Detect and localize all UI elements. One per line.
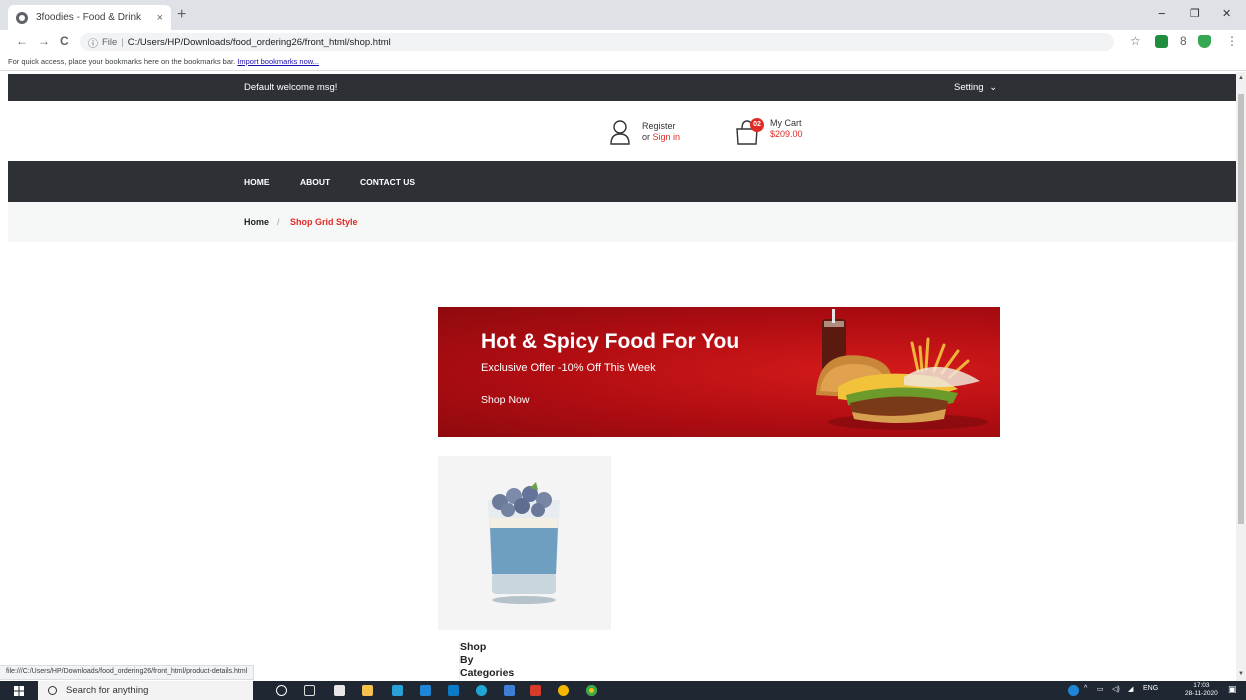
tab-title: 3foodies - Food & Drink — [36, 12, 142, 23]
cortana-icon[interactable] — [276, 685, 287, 696]
window-close-button[interactable]: ✕ — [1222, 7, 1231, 20]
dropbox-icon[interactable] — [504, 685, 515, 696]
address-bar[interactable]: ⓘ File | C:/Users/HP/Downloads/food_orde… — [80, 33, 1114, 51]
browser-tab[interactable]: 3foodies - Food & Drink × — [8, 5, 171, 30]
top-bar: Default welcome msg! Setting ⌄ — [8, 74, 1236, 101]
setting-dropdown[interactable]: Setting ⌄ — [954, 82, 997, 93]
vscode-icon[interactable] — [392, 685, 403, 696]
browser-tab-strip: 3foodies - Food & Drink × + − ❐ ✕ — [0, 0, 1246, 30]
profile-icon[interactable]: 8 — [1180, 34, 1187, 48]
photos-icon[interactable] — [448, 685, 459, 696]
shop-by-categories-heading: Shop By Categories — [459, 641, 515, 680]
banner-offer: Exclusive Offer -10% Off This Week — [481, 362, 656, 374]
nav-about[interactable]: ABOUT — [300, 177, 330, 187]
system-clock[interactable]: 17:03 28-11-2020 — [1185, 682, 1218, 698]
nav-home[interactable]: HOME — [244, 177, 270, 187]
cart-total: $209.00 — [770, 129, 803, 139]
help-icon[interactable] — [1068, 685, 1079, 696]
taskbar-search-placeholder: Search for anything — [66, 685, 149, 696]
tray-expand-icon[interactable]: ^ — [1084, 685, 1087, 692]
tab-close-button[interactable]: × — [157, 12, 163, 24]
screen: 3foodies - Food & Drink × + − ❐ ✕ ← → C … — [0, 0, 1246, 700]
chrome-icon[interactable] — [558, 685, 569, 696]
menu-kebab-icon[interactable]: ⋮ — [1226, 34, 1238, 48]
clock-time: 17:03 — [1193, 682, 1210, 689]
site-header: Register or Sign in 02 My Cart $209.00 — [8, 101, 1236, 161]
globe-icon — [16, 11, 28, 24]
heading-line-1: Shop — [460, 641, 487, 653]
search-icon — [48, 686, 57, 695]
bookmark-star-icon[interactable]: ☆ — [1130, 34, 1141, 48]
bookmarks-message: For quick access, place your bookmarks h… — [8, 57, 236, 66]
file-explorer-icon[interactable] — [362, 685, 373, 696]
page-viewport: Default welcome msg! Setting ⌄ Register … — [8, 72, 1236, 681]
extension-icon[interactable] — [1155, 35, 1168, 48]
info-icon[interactable]: ⓘ — [88, 35, 98, 50]
mail-icon[interactable] — [420, 685, 431, 696]
scrollbar-thumb[interactable] — [1238, 94, 1244, 524]
new-tab-button[interactable]: + — [177, 6, 186, 24]
import-bookmarks-link[interactable]: Import bookmarks now... — [237, 57, 319, 66]
link-status-bar: file:///C:/Users/HP/Downloads/food_order… — [0, 665, 255, 680]
burger-drink-image — [816, 309, 988, 430]
welcome-message: Default welcome msg! — [244, 82, 338, 93]
cart-label: My Cart — [770, 118, 802, 128]
banner-title: Hot & Spicy Food For You — [481, 330, 740, 353]
account-links: Register or Sign in — [642, 121, 680, 143]
page-scrollbar[interactable]: ▲ ▼ — [1236, 72, 1246, 681]
task-view-icon[interactable] — [304, 685, 315, 696]
browser-icon[interactable] — [586, 685, 597, 696]
breadcrumb-home[interactable]: Home — [244, 217, 269, 227]
url-text: C:/Users/HP/Downloads/food_ordering26/fr… — [127, 36, 391, 48]
breadcrumb: Home / Shop Grid Style — [8, 202, 1236, 242]
dessert-glass-image — [488, 482, 560, 604]
main-navigation: HOME ABOUT CONTACT US — [8, 161, 1236, 202]
forward-button[interactable]: → — [38, 34, 50, 48]
bookmarks-bar: For quick access, place your bookmarks h… — [0, 54, 1246, 71]
taskbar-search-box[interactable]: Search for anything — [38, 681, 253, 700]
scroll-down-arrow-icon[interactable]: ▼ — [1238, 671, 1244, 677]
shop-now-link[interactable]: Shop Now — [481, 394, 529, 406]
wifi-icon[interactable]: ◢ — [1128, 685, 1133, 693]
breadcrumb-separator: / — [277, 217, 280, 227]
minimize-button[interactable]: − — [1158, 6, 1166, 21]
scroll-up-arrow-icon[interactable]: ▲ — [1238, 75, 1244, 81]
sign-in-link[interactable]: Sign in — [653, 132, 681, 142]
nav-contact-us[interactable]: CONTACT US — [360, 177, 415, 187]
product-card[interactable] — [438, 456, 611, 630]
url-scheme: File — [102, 36, 118, 48]
chevron-down-icon: ⌄ — [989, 82, 998, 93]
url-separator: | — [121, 36, 124, 48]
edge-icon[interactable] — [476, 685, 487, 696]
language-indicator[interactable]: ENG — [1143, 685, 1158, 692]
user-icon[interactable] — [609, 119, 631, 145]
cart-count-badge: 02 — [750, 118, 764, 132]
register-link[interactable]: Register — [642, 121, 680, 132]
setting-label: Setting — [954, 82, 984, 93]
breadcrumb-current: Shop Grid Style — [290, 217, 358, 227]
shield-extension-icon[interactable] — [1198, 35, 1211, 48]
store-icon[interactable] — [334, 685, 345, 696]
cart-summary[interactable]: My Cart $209.00 — [770, 118, 803, 140]
windows-taskbar: Search for anything ^ ▭ ◁) ◢ ENG 17:03 2… — [0, 681, 1246, 700]
clock-date: 28-11-2020 — [1185, 690, 1218, 697]
heading-line-3: Categories — [460, 667, 515, 679]
promo-banner[interactable]: Hot & Spicy Food For You Exclusive Offer… — [438, 307, 1000, 437]
volume-icon[interactable]: ◁) — [1112, 685, 1120, 693]
back-button[interactable]: ← — [16, 34, 28, 48]
reload-button[interactable]: C — [60, 34, 69, 48]
windows-start-icon[interactable] — [14, 686, 24, 696]
maximize-button[interactable]: ❐ — [1190, 7, 1200, 20]
app-icon[interactable] — [530, 685, 541, 696]
heading-line-2: By — [460, 654, 474, 666]
browser-toolbar: ← → C ⓘ File | C:/Users/HP/Downloads/foo… — [0, 30, 1246, 54]
or-text: or — [642, 132, 651, 142]
notifications-icon[interactable]: ▣ — [1228, 684, 1237, 695]
network-icon[interactable]: ▭ — [1097, 685, 1104, 693]
